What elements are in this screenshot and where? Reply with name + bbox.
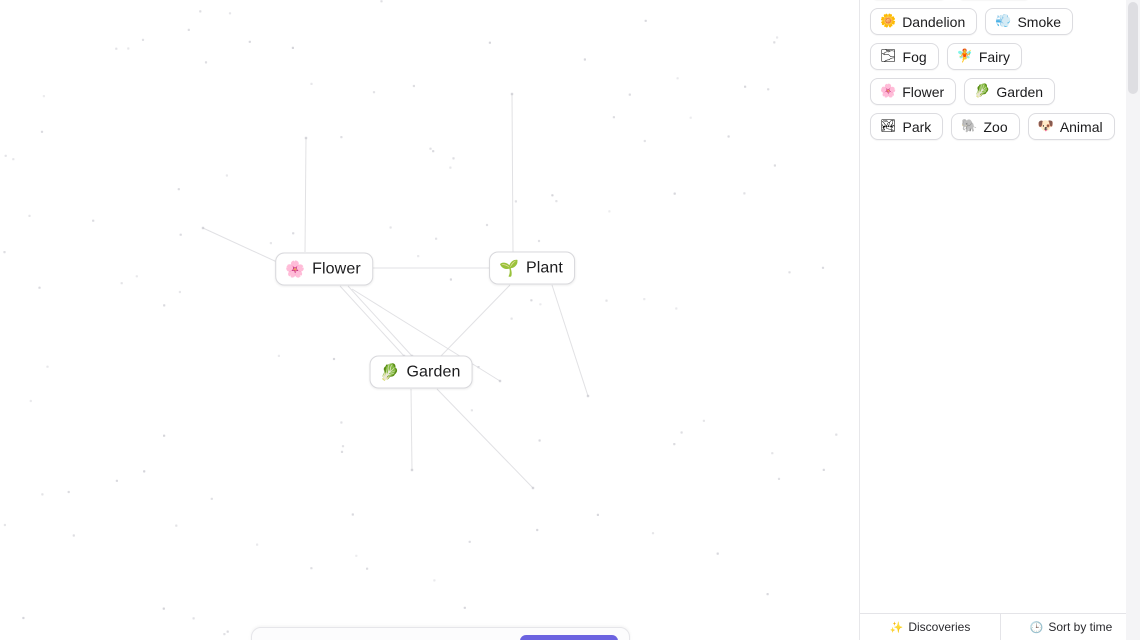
leafy-green-icon: 🥬 xyxy=(974,84,991,99)
element-chip-zoo[interactable]: 🐘 Zoo xyxy=(951,113,1020,140)
element-chip-label: Zoo xyxy=(983,118,1008,135)
national-park-icon: 🏞 xyxy=(880,119,897,134)
fog-icon: 🌫 xyxy=(880,49,897,64)
discoveries-button[interactable]: ✨ Discoveries xyxy=(860,614,1000,640)
element-chip-list: 🌍Earth🌱Plant🌼Dandelion💨Smoke🌫Fog🧚Fairy🌸F… xyxy=(860,0,1126,150)
element-chip-label: Animal xyxy=(1059,118,1103,135)
sidebar-footer: ✨ Discoveries 🕒 Sort by time xyxy=(860,613,1140,640)
seedling-icon: 🌱 xyxy=(499,258,519,277)
elephant-icon: 🐘 xyxy=(961,119,978,134)
discoveries-label: Discoveries xyxy=(908,620,971,634)
background-dots xyxy=(3,0,838,636)
bottom-panel-primary-button[interactable] xyxy=(520,635,618,640)
fairy-icon: 🧚 xyxy=(956,49,973,64)
chips-scroll-area[interactable]: 🌍Earth🌱Plant🌼Dandelion💨Smoke🌫Fog🧚Fairy🌸F… xyxy=(860,0,1126,613)
element-chip-garden[interactable]: 🥬 Garden xyxy=(964,78,1056,105)
element-chip-label: Fog xyxy=(902,48,927,65)
clock-icon: 🕒 xyxy=(1029,620,1044,634)
blossom-icon: 🌼 xyxy=(880,14,897,29)
sidebar: Craft 🌍Earth🌱Plant🌼Dandelion💨Smoke🌫Fog🧚F… xyxy=(859,0,1140,640)
element-chip-label: Park xyxy=(902,118,932,135)
element-chip-label: Dandelion xyxy=(902,13,966,30)
element-chip-label: Fairy xyxy=(978,48,1010,65)
element-chip-park[interactable]: 🏞 Park xyxy=(870,113,944,140)
infinite-craft-app: 🌸Flower🌱Plant🥬Garden Craft 🌍Earth🌱Plant🌼… xyxy=(0,0,1140,640)
bottom-panel[interactable] xyxy=(251,627,630,640)
element-chip-fog[interactable]: 🌫 Fog xyxy=(870,43,939,70)
sort-by-time-button[interactable]: 🕒 Sort by time xyxy=(1000,614,1140,640)
sort-by-time-label: Sort by time xyxy=(1048,620,1113,634)
edge-lines xyxy=(201,92,590,490)
sparkles-icon: ✨ xyxy=(889,620,904,634)
canvas-node-label: Flower xyxy=(312,260,361,277)
dog-face-icon: 🐶 xyxy=(1037,119,1054,134)
cherry-blossom-icon: 🌸 xyxy=(880,84,897,99)
element-chip-smoke[interactable]: 💨 Smoke xyxy=(985,8,1074,35)
sidebar-scrollbar-thumb[interactable] xyxy=(1128,2,1138,94)
canvas-node-flower[interactable]: 🌸 Flower xyxy=(275,252,373,286)
canvas-node-garden[interactable]: 🥬 Garden xyxy=(369,355,473,389)
dash-wind-icon: 💨 xyxy=(995,14,1012,29)
element-chip-label: Flower xyxy=(902,83,945,100)
craft-canvas[interactable]: 🌸 Flower 🌱 Plant 🥬 Garden xyxy=(0,0,859,640)
leafy-green-icon: 🥬 xyxy=(379,362,400,381)
element-chip-label: Smoke xyxy=(1017,13,1062,30)
canvas-node-label: Plant xyxy=(525,259,563,276)
element-chip-dandelion[interactable]: 🌼 Dandelion xyxy=(870,8,978,35)
element-chip-fairy[interactable]: 🧚 Fairy xyxy=(946,43,1022,70)
element-chip-flower[interactable]: 🌸 Flower xyxy=(870,78,957,105)
canvas-node-plant[interactable]: 🌱 Plant xyxy=(489,251,575,285)
canvas-node-label: Garden xyxy=(406,363,461,380)
element-chip-label: Garden xyxy=(996,83,1044,100)
sidebar-scrollbar[interactable] xyxy=(1126,0,1140,640)
element-chip-animal[interactable]: 🐶 Animal xyxy=(1027,113,1115,140)
cherry-blossom-icon: 🌸 xyxy=(285,259,306,278)
